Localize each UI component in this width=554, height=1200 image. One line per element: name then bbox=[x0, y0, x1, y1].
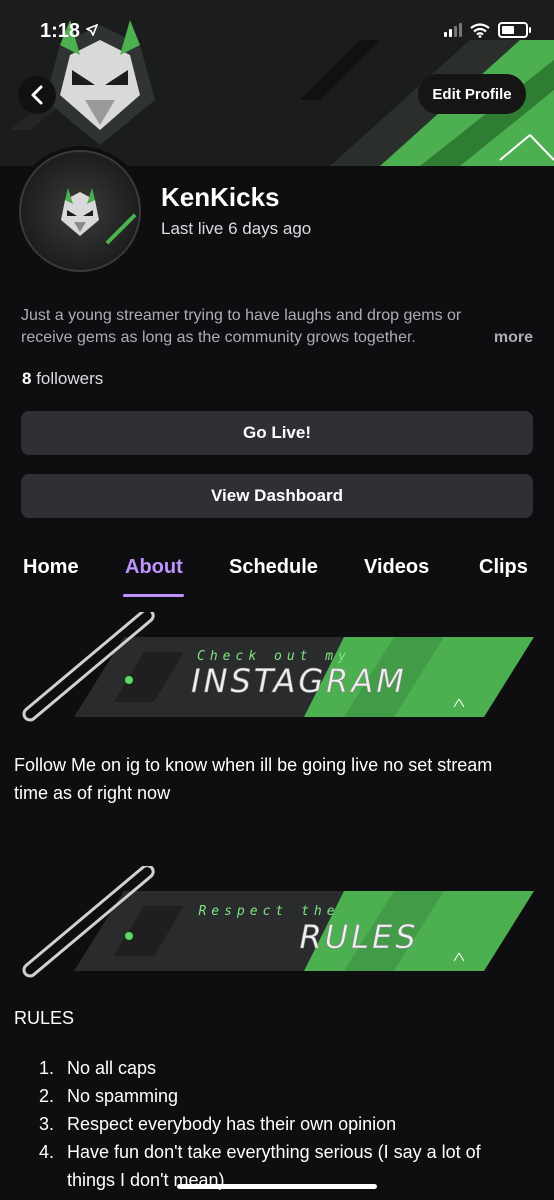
tab-about[interactable]: About bbox=[125, 556, 183, 579]
battery-icon bbox=[498, 22, 531, 38]
rules-panel-small-text: Respect the bbox=[198, 904, 339, 919]
rule-number: 4. bbox=[38, 1142, 54, 1162]
instagram-description-line: time as of right now bbox=[14, 783, 171, 803]
wifi-icon bbox=[470, 22, 490, 38]
rule-number: 1. bbox=[38, 1058, 54, 1078]
view-dashboard-button[interactable]: View Dashboard bbox=[21, 474, 533, 518]
channel-name: KenKicks bbox=[161, 182, 280, 212]
status-time: 1:18 bbox=[40, 20, 81, 42]
rules-list: 1. No all caps 2. No spamming 3. Respect… bbox=[14, 1054, 539, 1194]
rule-text: Respect everybody has their own opinion bbox=[67, 1114, 397, 1134]
status-indicators bbox=[444, 22, 531, 38]
home-indicator[interactable] bbox=[177, 1184, 377, 1189]
chevron-left-icon bbox=[31, 85, 43, 105]
channel-tabs: Home About Schedule Videos Clips bbox=[0, 556, 554, 598]
bio-more-link[interactable]: more bbox=[494, 327, 533, 349]
go-live-button[interactable]: Go Live! bbox=[21, 411, 533, 455]
instagram-description: Follow Me on ig to know when ill be goin… bbox=[14, 751, 539, 807]
rule-text: No spamming bbox=[67, 1086, 179, 1106]
avatar[interactable] bbox=[15, 146, 145, 276]
channel-banner: 1:18 Edit Profile bbox=[0, 0, 554, 166]
avatar-mask-logo bbox=[61, 188, 137, 245]
instagram-panel-image[interactable]: Check out my INSTAGRAM bbox=[14, 612, 539, 732]
followers-label: followers bbox=[36, 369, 104, 388]
tab-clips[interactable]: Clips bbox=[479, 556, 528, 579]
edit-profile-button[interactable]: Edit Profile bbox=[418, 74, 526, 114]
tab-videos[interactable]: Videos bbox=[364, 556, 429, 579]
rules-panel-big-text: RULES bbox=[299, 918, 418, 956]
rules-heading: RULES bbox=[14, 1008, 75, 1028]
list-item: 2. No spamming bbox=[14, 1082, 539, 1110]
instagram-description-line: Follow Me on ig to know when ill be goin… bbox=[14, 755, 493, 775]
followers-number: 8 bbox=[22, 369, 32, 388]
rules-panel-image[interactable]: Respect the RULES bbox=[14, 866, 539, 986]
followers-count: 8 followers bbox=[22, 369, 103, 389]
rule-text: Have fun don't take everything serious (… bbox=[67, 1142, 481, 1162]
channel-bio: Just a young streamer trying to have lau… bbox=[21, 305, 533, 349]
rule-text-continued: things I don't mean) bbox=[67, 1170, 225, 1190]
rule-number: 3. bbox=[38, 1114, 54, 1134]
location-arrow-icon bbox=[86, 24, 98, 36]
tab-home[interactable]: Home bbox=[23, 556, 79, 579]
list-item: 3. Respect everybody has their own opini… bbox=[14, 1110, 539, 1138]
bio-line: receive gems as long as the community gr… bbox=[21, 329, 416, 346]
list-item: 1. No all caps bbox=[14, 1054, 539, 1082]
back-button[interactable] bbox=[18, 76, 56, 114]
instagram-panel-big-text: INSTAGRAM bbox=[191, 662, 407, 700]
rule-number: 2. bbox=[38, 1086, 54, 1106]
cellular-signal-icon bbox=[444, 23, 462, 37]
last-live-text: Last live 6 days ago bbox=[161, 219, 312, 238]
active-tab-indicator bbox=[123, 594, 184, 597]
rule-text: No all caps bbox=[67, 1058, 157, 1078]
tab-schedule[interactable]: Schedule bbox=[229, 556, 318, 579]
bio-line: Just a young streamer trying to have lau… bbox=[21, 307, 462, 324]
